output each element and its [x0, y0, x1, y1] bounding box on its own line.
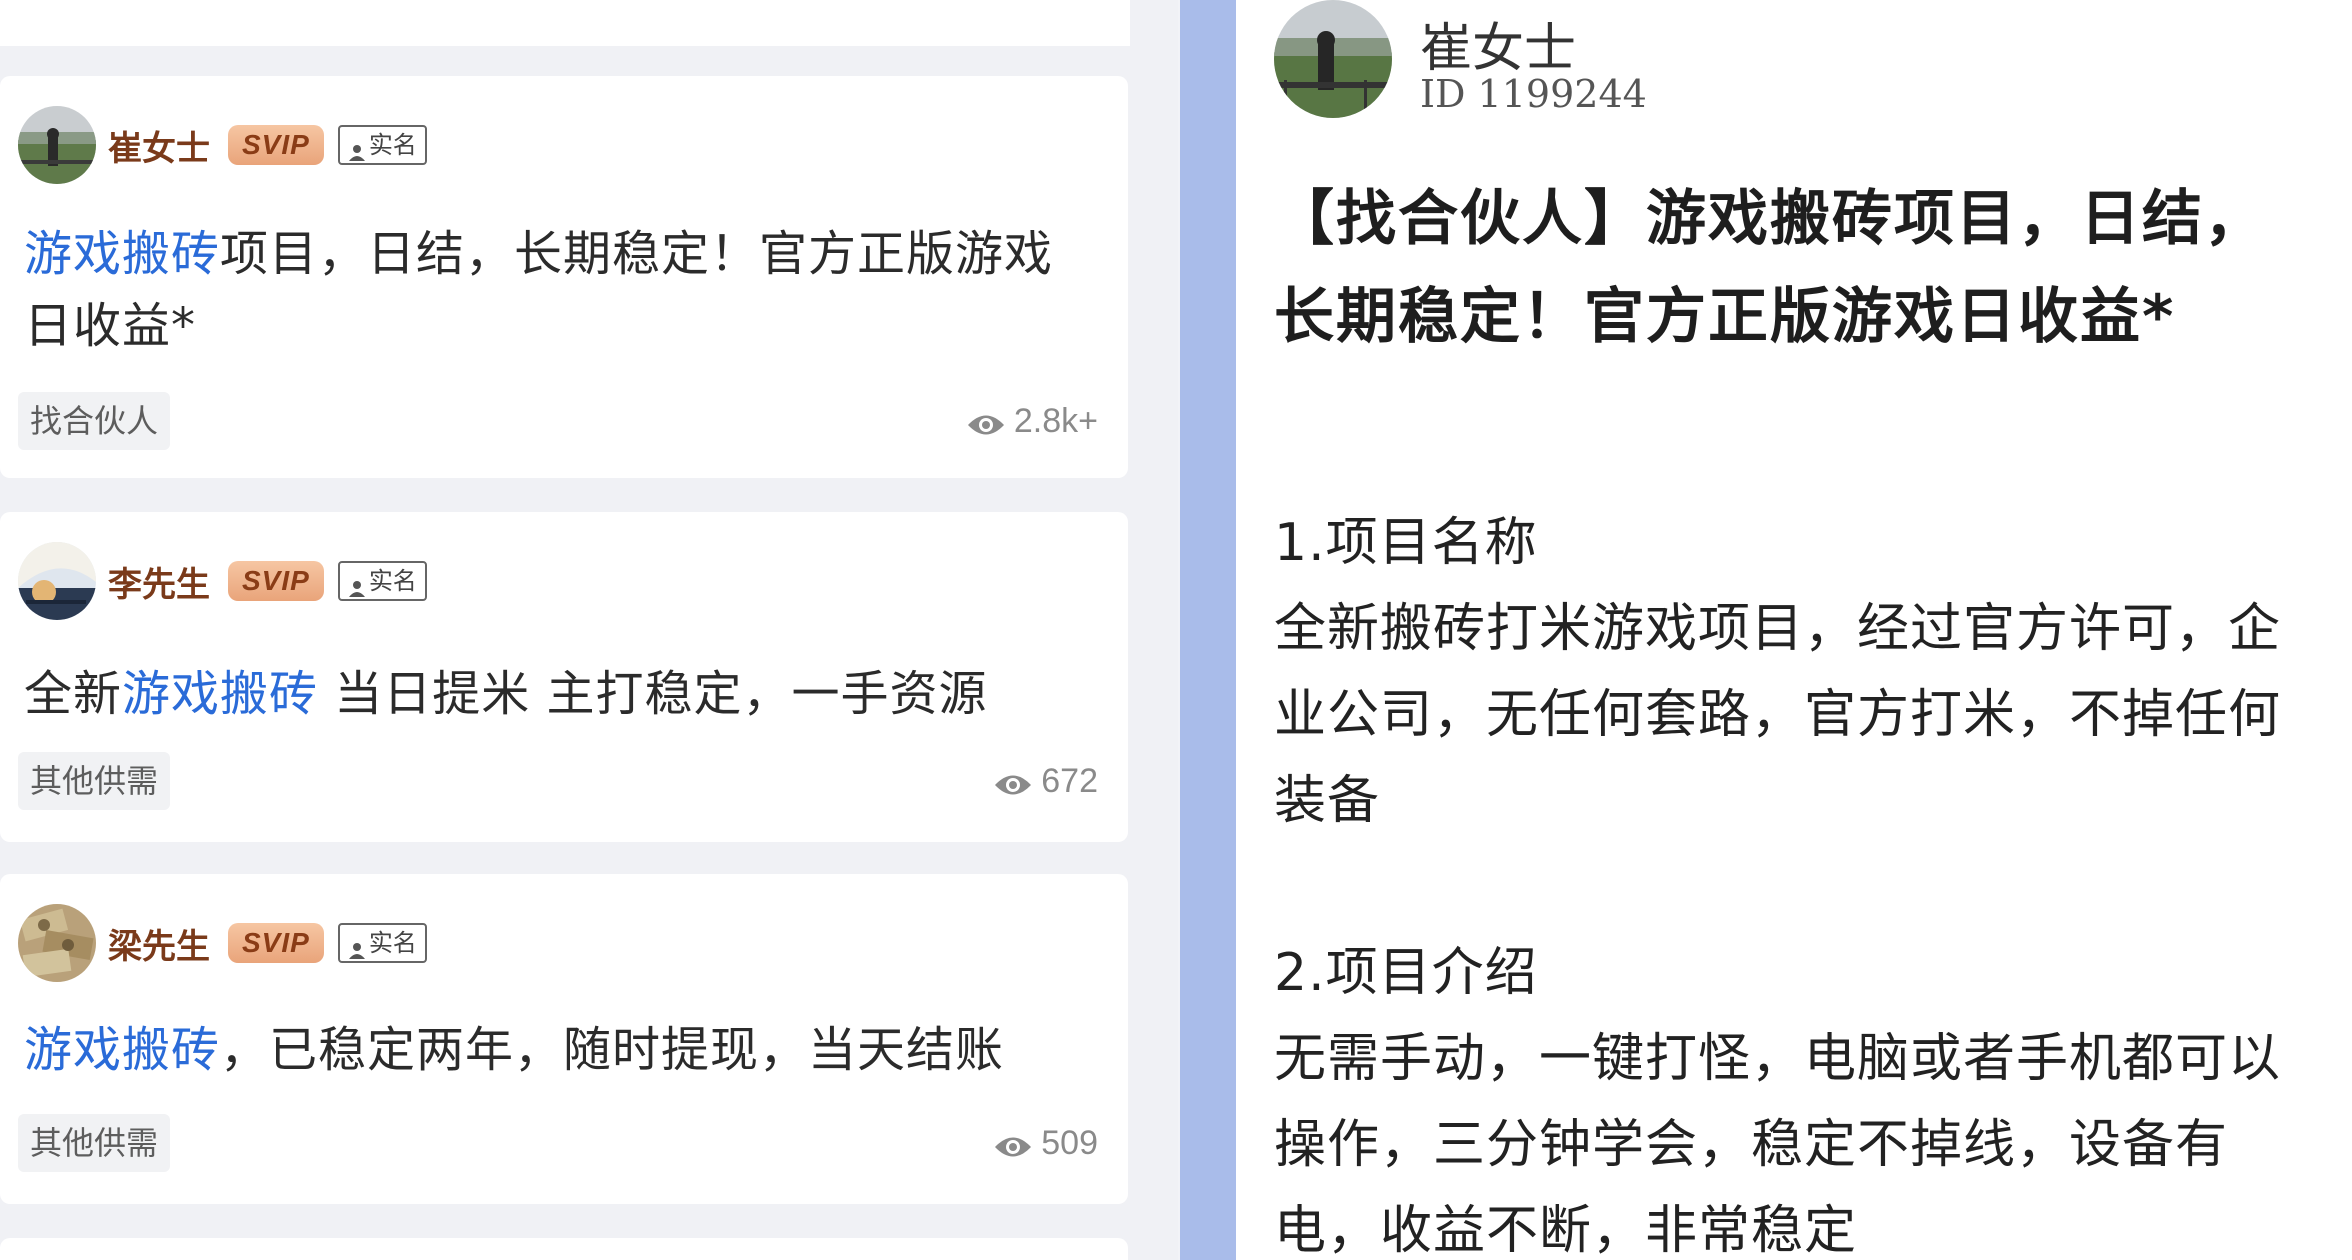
verified-label: 实名 [368, 567, 417, 595]
verified-badge: 实名 [337, 923, 427, 963]
eye-icon [966, 408, 1006, 435]
author-row: 崔女士 SVIP 实名 [18, 106, 427, 184]
author-row: 梁先生 SVIP 实名 [18, 904, 427, 982]
verified-badge: 实名 [337, 561, 427, 601]
post-title[interactable]: 全新游戏搬砖 当日提米 主打稳定，一手资源 [24, 658, 1088, 730]
post-card[interactable]: 梁先生 SVIP 实名 游戏搬砖，已稳定两年，随时提现，当天结账 其他供需 50… [0, 874, 1128, 1204]
person-icon [348, 572, 366, 597]
view-count: 672 [993, 752, 1098, 810]
eye-icon [993, 768, 1033, 795]
panel-divider [1180, 0, 1236, 1260]
post-detail: 崔女士 ID 1199244 【找合伙人】游戏搬砖项目，日结，长期稳定！官方正版… [1236, 0, 2352, 1260]
detail-avatar[interactable] [1274, 0, 1392, 118]
author-name[interactable]: 崔女士 [108, 121, 210, 170]
avatar[interactable] [18, 542, 96, 620]
verified-label: 实名 [368, 929, 417, 957]
category-tag[interactable]: 其他供需 [18, 752, 171, 810]
view-count-value: 2.8k+ [1013, 401, 1098, 440]
svip-badge: SVIP [228, 923, 324, 963]
category-tag[interactable]: 找合伙人 [18, 392, 171, 450]
post-title[interactable]: 游戏搬砖项目，日结，长期稳定！官方正版游戏日收益* [24, 218, 1088, 362]
svip-badge: SVIP [228, 125, 324, 165]
post-card[interactable]: 李先生 SVIP 实名 全新游戏搬砖 当日提米 主打稳定，一手资源 其他供需 6… [0, 512, 1128, 842]
title-keyword: 游戏搬砖 [24, 1022, 221, 1078]
verified-label: 实名 [368, 131, 417, 159]
category-tag[interactable]: 其他供需 [18, 1114, 171, 1172]
screenshot: 崔女士 SVIP 实名 游戏搬砖项目，日结，长期稳定！官方正版游戏日收益* 找合… [0, 0, 2352, 1260]
section-project-name: 1.项目名称 全新搬砖打米游戏项目，经过官方许可，企业公司，无任何套路，官方打米… [1274, 500, 2322, 844]
svip-badge: SVIP [228, 561, 324, 601]
post-feed: 崔女士 SVIP 实名 游戏搬砖项目，日结，长期稳定！官方正版游戏日收益* 找合… [0, 0, 1178, 1260]
author-name[interactable]: 梁先生 [108, 919, 210, 968]
post-title[interactable]: 游戏搬砖，已稳定两年，随时提现，当天结账 [24, 1014, 1088, 1086]
author-row: 李先生 SVIP 实名 [18, 542, 427, 620]
view-count-value: 672 [1041, 761, 1098, 800]
section-text: 无需手动，一键打怪，电脑或者手机都可以操作，三分钟学会，稳定不掉线，设备有电，收… [1274, 1029, 2282, 1260]
person-icon [348, 136, 366, 161]
view-count: 509 [993, 1114, 1098, 1172]
eye-icon [993, 1130, 1033, 1157]
user-id: ID 1199244 [1420, 72, 1647, 116]
section-heading: 1.项目名称 [1274, 513, 1538, 573]
next-card-edge [0, 1238, 1128, 1260]
view-count-value: 509 [1041, 1123, 1098, 1162]
title-text: ，已稳定两年，随时提现，当天结账 [220, 1022, 1005, 1078]
view-count: 2.8k+ [966, 392, 1098, 450]
detail-author-name[interactable]: 崔女士 [1420, 6, 1576, 81]
section-text: 全新搬砖打米游戏项目，经过官方许可，企业公司，无任何套路，官方打米，不掉任何装备 [1274, 599, 2282, 831]
detail-title: 【找合伙人】游戏搬砖项目，日结，长期稳定！官方正版游戏日收益* [1274, 184, 2266, 352]
title-text: 当日提米 主打稳定，一手资源 [318, 666, 988, 722]
previous-card-edge [0, 0, 1130, 46]
author-name[interactable]: 李先生 [108, 557, 210, 606]
avatar[interactable] [18, 904, 96, 982]
person-icon [348, 934, 366, 959]
section-project-intro: 2.项目介绍 无需手动，一键打怪，电脑或者手机都可以操作，三分钟学会，稳定不掉线… [1274, 930, 2322, 1260]
avatar[interactable] [18, 106, 96, 184]
title-keyword: 游戏搬砖 [24, 226, 221, 282]
title-prefix: 全新 [24, 666, 123, 722]
title-keyword: 游戏搬砖 [122, 666, 319, 722]
post-card[interactable]: 崔女士 SVIP 实名 游戏搬砖项目，日结，长期稳定！官方正版游戏日收益* 找合… [0, 76, 1128, 478]
section-heading: 2.项目介绍 [1274, 943, 1538, 1003]
verified-badge: 实名 [337, 125, 427, 165]
